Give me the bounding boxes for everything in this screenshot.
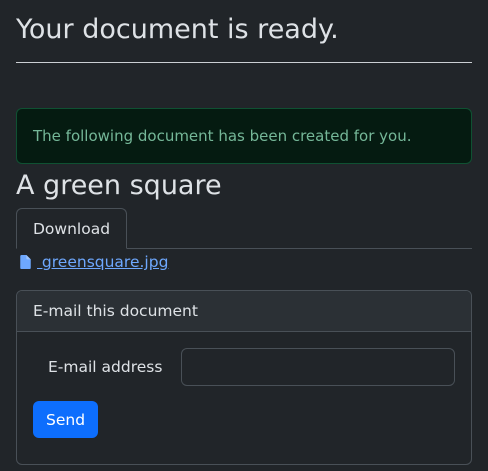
document-title: A green square — [16, 170, 222, 201]
email-card: E-mail this document E-mail address Send — [16, 290, 472, 465]
file-name: greensquare.jpg — [37, 253, 169, 271]
email-card-header: E-mail this document — [17, 291, 471, 332]
success-alert: The following document has been created … — [16, 108, 472, 164]
email-form-row: E-mail address — [33, 348, 455, 386]
page: Your document is ready. The following do… — [0, 0, 488, 471]
tab-download-label: Download — [33, 219, 111, 238]
email-field[interactable] — [181, 348, 455, 386]
tab-bar: Download — [16, 207, 472, 249]
download-file-link[interactable]: greensquare.jpg — [16, 252, 472, 272]
tab-download[interactable]: Download — [16, 208, 128, 249]
title-divider — [16, 62, 472, 63]
page-title: Your document is ready. — [16, 14, 339, 45]
alert-text: The following document has been created … — [33, 127, 412, 145]
email-card-title: E-mail this document — [33, 302, 198, 320]
send-button[interactable]: Send — [33, 401, 99, 438]
file-icon — [20, 255, 31, 269]
email-field-label: E-mail address — [48, 358, 163, 376]
email-card-body: E-mail address Send — [17, 332, 471, 454]
